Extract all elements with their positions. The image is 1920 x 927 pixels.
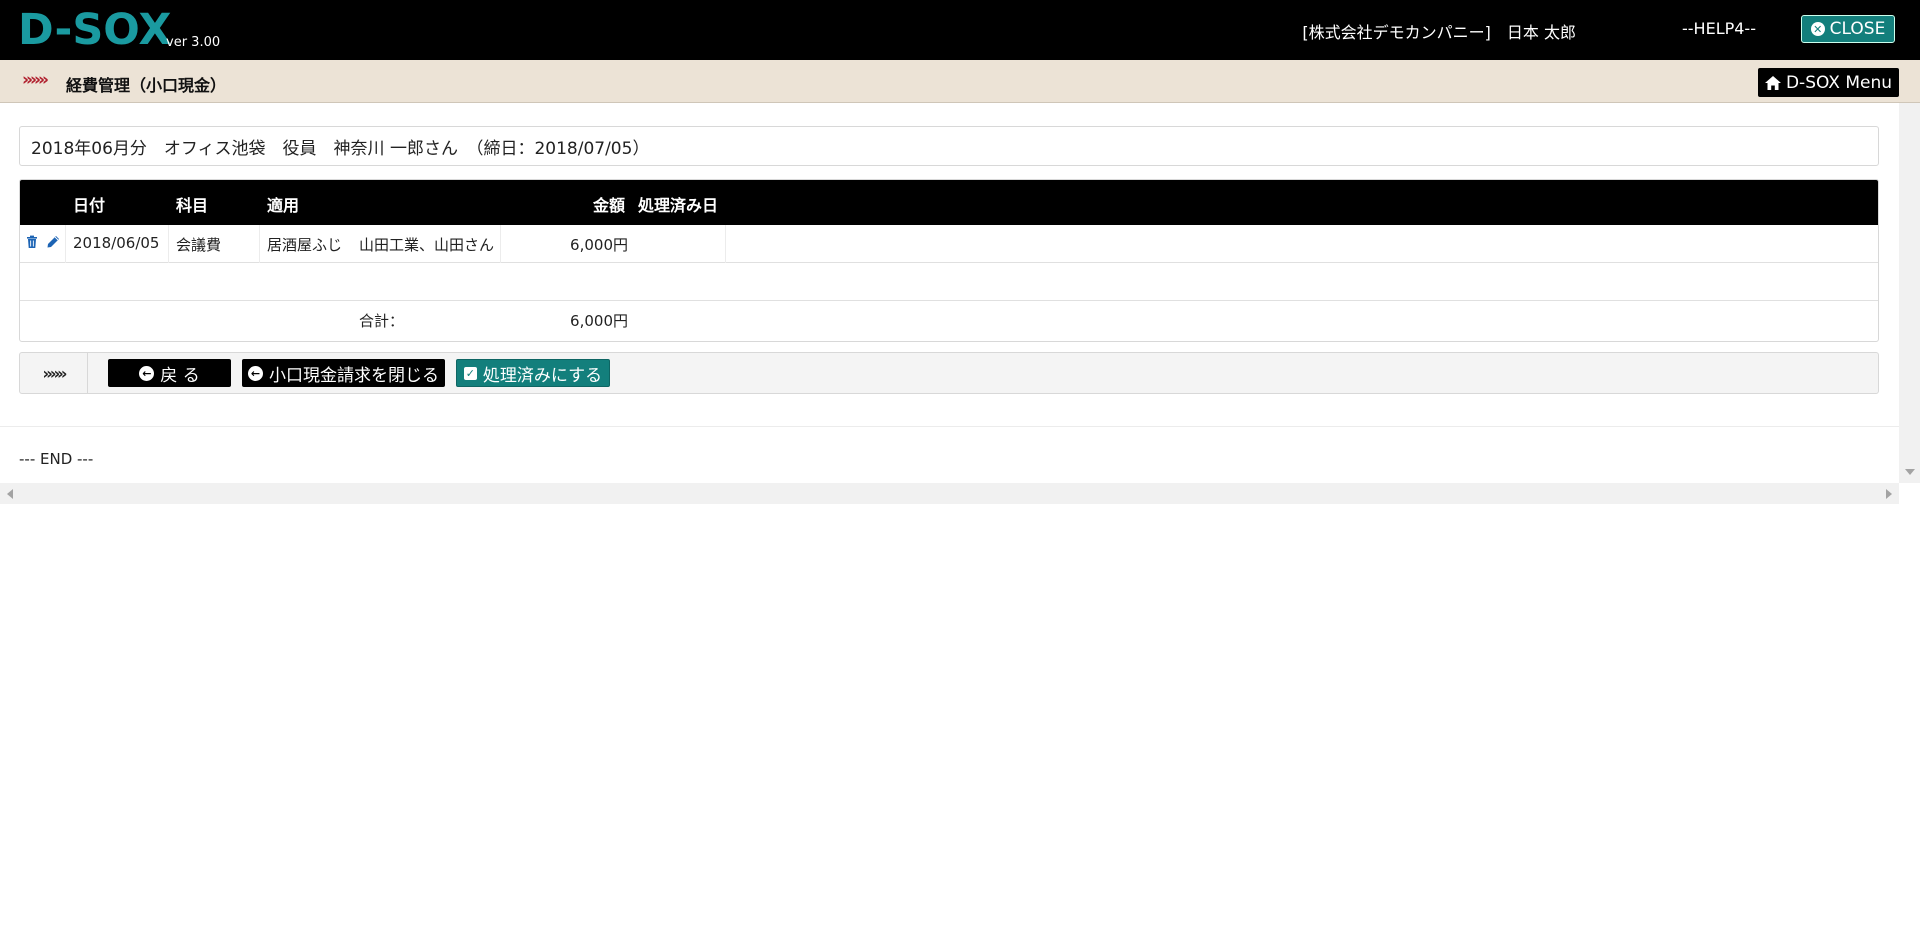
close-request-button-label: 小口現金請求を閉じる	[269, 365, 439, 386]
dsox-menu-label: D-SOX Menu	[1785, 72, 1893, 93]
main-content: 2018年06月分 オフィス池袋 役員 神奈川 一郎さん （締日：2018/07…	[0, 103, 1899, 483]
company-user-label: [株式会社デモカンパニー] 日本 太郎	[1302, 23, 1576, 42]
arrow-left-circle-icon: ←	[248, 365, 263, 381]
header-processed-date: 処理済み日	[638, 196, 719, 215]
scroll-right-arrow-icon[interactable]	[1886, 489, 1892, 499]
end-marker: --- END ---	[19, 450, 94, 468]
header-amount: 金額	[593, 196, 626, 215]
app-version: ver 3.00	[166, 35, 221, 50]
scroll-down-arrow-icon[interactable]	[1905, 469, 1915, 475]
vertical-scrollbar[interactable]	[1899, 103, 1920, 483]
mark-processed-button-label: 処理済みにする	[482, 365, 603, 386]
checkbox-checked-icon: ✓	[463, 366, 477, 380]
back-button-label: 戻 る	[160, 365, 200, 386]
row-amount: 6,000円	[570, 236, 628, 254]
footer-divider	[0, 426, 1899, 427]
close-button-label: CLOSE	[1829, 19, 1886, 39]
trash-icon[interactable]	[25, 235, 39, 249]
home-icon	[1764, 75, 1781, 90]
page-title: 経費管理（小口現金）	[66, 76, 227, 95]
table-row: 2018/06/05 会議費 居酒屋ふじ 山田工業、山田さん 6,000円	[20, 225, 1878, 263]
action-bar: »»» ← 戻 る ← 小口現金請求を閉じる ✓ 処理済みにする	[19, 352, 1879, 394]
breadcrumb-chevron-icon: »»»	[22, 70, 49, 90]
top-header: D-SOX ver 3.00 [株式会社デモカンパニー] 日本 太郎 --HEL…	[0, 0, 1920, 60]
edit-pencil-icon[interactable]	[46, 235, 60, 249]
dsox-menu-button[interactable]: D-SOX Menu	[1758, 68, 1899, 97]
header-date: 日付	[73, 196, 106, 215]
close-request-button[interactable]: ← 小口現金請求を閉じる	[242, 359, 445, 387]
table-row-empty	[20, 263, 1878, 301]
row-description-store: 居酒屋ふじ	[267, 236, 343, 254]
total-label: 合計：	[359, 312, 405, 330]
table-total-row: 合計： 6,000円	[20, 301, 1878, 339]
horizontal-scrollbar[interactable]	[0, 483, 1899, 504]
row-date: 2018/06/05	[73, 234, 160, 252]
close-button[interactable]: ✕ CLOSE	[1801, 15, 1895, 43]
table-header: 日付 科目 適用 金額 処理済み日	[20, 180, 1878, 225]
scroll-left-arrow-icon[interactable]	[7, 489, 13, 499]
row-subject: 会議費	[176, 236, 222, 254]
row-description-attendees: 山田工業、山田さん	[359, 236, 495, 254]
back-button[interactable]: ← 戻 る	[108, 359, 231, 387]
expense-table: 日付 科目 適用 金額 処理済み日 2018/06/05 会議費 居酒屋ふじ 山…	[19, 179, 1879, 342]
total-amount: 6,000円	[570, 312, 628, 330]
header-description: 適用	[267, 196, 300, 215]
header-subject: 科目	[176, 196, 209, 215]
action-chevron-icon: »»»	[20, 353, 88, 393]
help-link[interactable]: --HELP4--	[1682, 19, 1756, 38]
arrow-left-circle-icon: ←	[139, 365, 155, 381]
app-logo: D-SOX	[18, 5, 172, 55]
mark-processed-button[interactable]: ✓ 処理済みにする	[456, 359, 610, 387]
close-icon: ✕	[1810, 22, 1825, 36]
breadcrumb-bar: »»» 経費管理（小口現金） D-SOX Menu	[0, 60, 1920, 103]
period-summary: 2018年06月分 オフィス池袋 役員 神奈川 一郎さん （締日：2018/07…	[19, 126, 1879, 166]
